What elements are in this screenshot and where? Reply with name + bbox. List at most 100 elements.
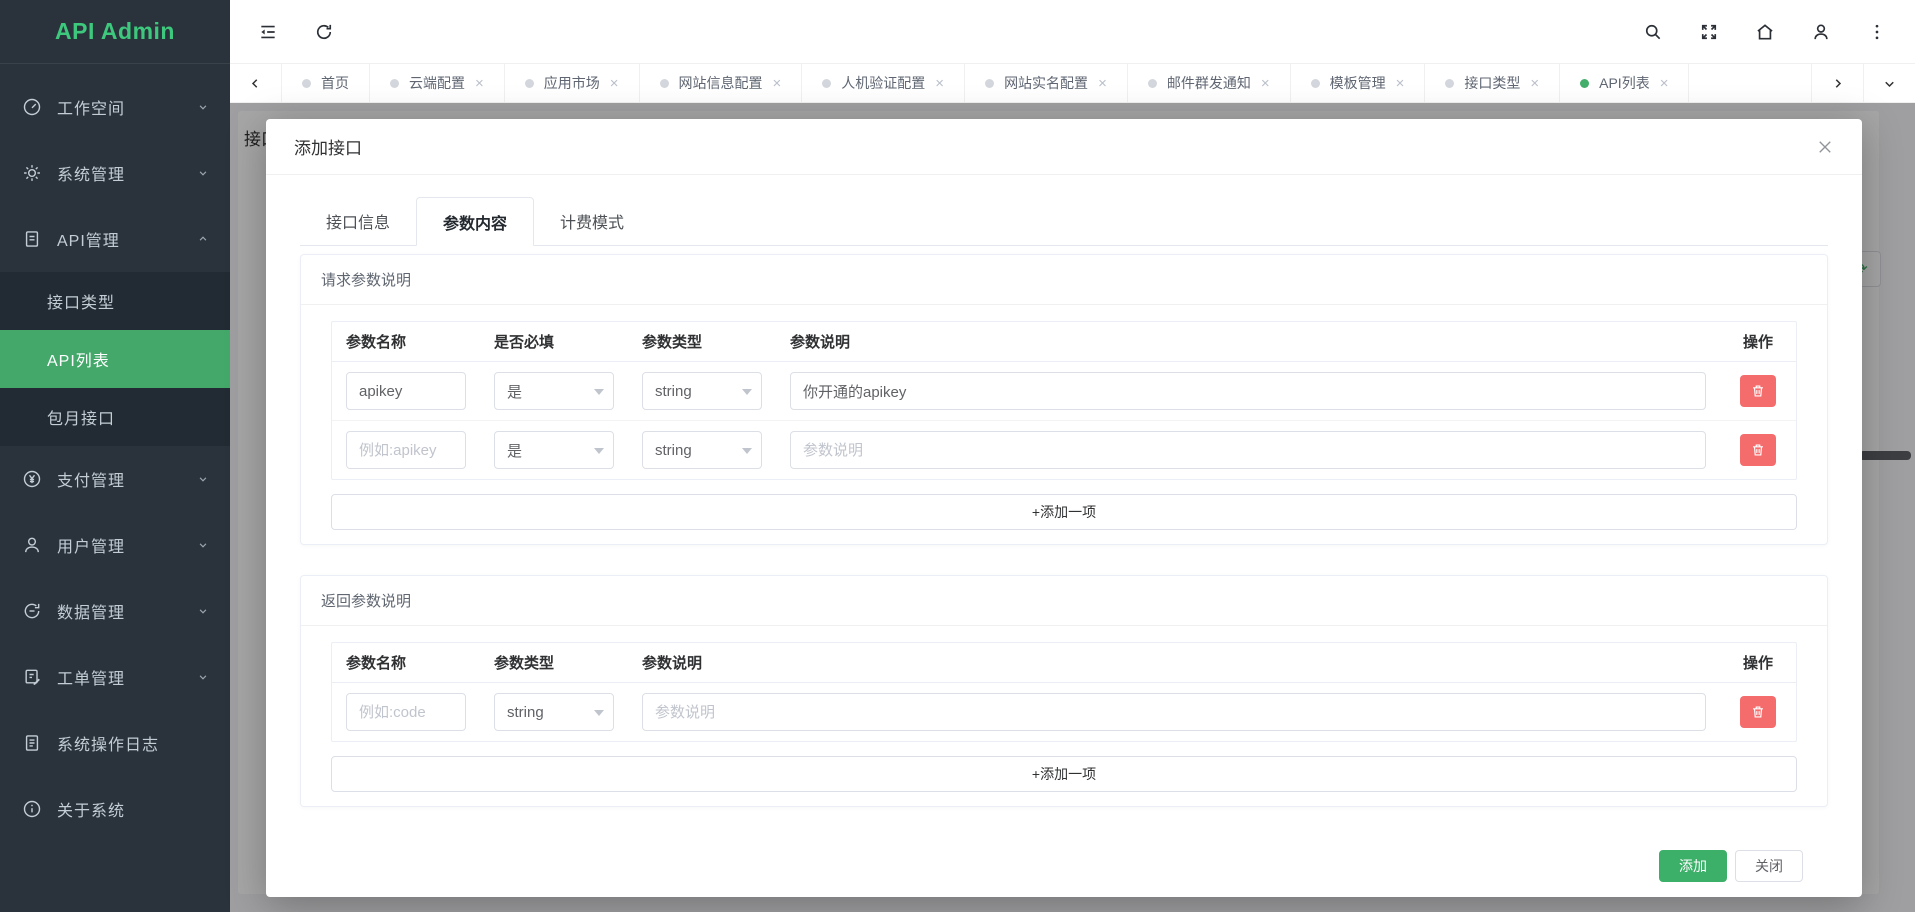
tab-close-icon[interactable]: × — [1098, 76, 1107, 91]
tab-close-icon[interactable]: × — [610, 76, 619, 91]
param-type-select[interactable]: string — [642, 431, 762, 469]
column-header: 参数名称 — [346, 652, 466, 673]
sidebar-item-interface-type[interactable]: 接口类型 — [0, 272, 230, 330]
param-name-input[interactable] — [346, 693, 466, 731]
sidebar-item-workorder[interactable]: 工单管理 — [0, 644, 230, 710]
chevron-down-icon — [1882, 76, 1897, 91]
app-logo: API Admin — [0, 0, 230, 64]
param-desc-input[interactable] — [642, 693, 1706, 731]
tabs-scroll-left-button[interactable] — [230, 64, 282, 102]
tab-close-icon[interactable]: × — [1660, 76, 1669, 91]
sidebar-item-label: API管理 — [57, 227, 196, 251]
select-value: string — [507, 704, 544, 721]
param-required-select[interactable]: 是 — [494, 372, 614, 410]
search-icon[interactable] — [1643, 22, 1663, 42]
tab-mail-notify[interactable]: 邮件群发通知× — [1128, 64, 1291, 102]
tab-dot — [822, 79, 831, 88]
param-type-select[interactable]: string — [494, 693, 614, 731]
add-response-param-button[interactable]: +添加一项 — [331, 756, 1797, 792]
caret-down-icon — [594, 710, 604, 716]
sidebar-item-api[interactable]: API管理 — [0, 206, 230, 272]
more-menu-icon[interactable] — [1867, 22, 1887, 42]
param-type-select[interactable]: string — [642, 372, 762, 410]
tab-api-list[interactable]: API列表 × — [1560, 64, 1689, 102]
select-value: 是 — [507, 381, 522, 402]
sidebar-item-workspace[interactable]: 工作空间 — [0, 74, 230, 140]
param-desc-input[interactable] — [790, 372, 1706, 410]
tab-site-info[interactable]: 网站信息配置 × — [640, 64, 803, 102]
sidebar-item-system[interactable]: 系统管理 — [0, 140, 230, 206]
tab-interface-info[interactable]: 接口信息 — [300, 197, 416, 245]
sidebar-item-api-list[interactable]: API列表 — [0, 330, 230, 388]
refresh-icon[interactable] — [314, 22, 334, 42]
tabs-strip: 首页 云端配置× 应用市场 × 网站信息配置 × 人机验证配置× 网站实名配置× 邮… — [282, 64, 1811, 102]
user-avatar-icon[interactable] — [1811, 22, 1831, 42]
tab-cloud-config[interactable]: 云端配置× — [370, 64, 505, 102]
select-value: string — [655, 442, 692, 459]
tab-dot — [1580, 79, 1589, 88]
dialog-title: 添加接口 — [294, 134, 362, 159]
table-header-row: 参数名称 参数类型 参数说明 操作 — [332, 643, 1796, 682]
home-icon[interactable] — [1755, 22, 1775, 42]
sidebar-item-label: 包月接口 — [47, 405, 115, 429]
column-header: 操作 — [1743, 652, 1773, 673]
tab-close-icon[interactable]: × — [1530, 76, 1539, 91]
tabs-scroll-right-button[interactable] — [1811, 64, 1863, 102]
param-required-select[interactable]: 是 — [494, 431, 614, 469]
tab-close-icon[interactable]: × — [1261, 76, 1270, 91]
collapse-sidebar-icon[interactable] — [258, 22, 278, 42]
sidebar-item-system-log[interactable]: 系统操作日志 — [0, 710, 230, 776]
tab-dot — [390, 79, 399, 88]
column-header: 是否必填 — [494, 331, 614, 352]
sidebar-menu: 工作空间 系统管理 API管理 接口类型 API列表 包月接口 — [0, 64, 230, 842]
dashboard-icon — [22, 97, 42, 117]
close-icon[interactable] — [1816, 138, 1834, 156]
sidebar-item-data[interactable]: 数据管理 — [0, 578, 230, 644]
add-request-param-button[interactable]: +添加一项 — [331, 494, 1797, 530]
tab-label: 网站信息配置 — [679, 73, 763, 93]
sidebar-item-label: 系统操作日志 — [57, 731, 210, 755]
chevron-down-icon — [196, 538, 210, 552]
param-name-input[interactable] — [346, 431, 466, 469]
fullscreen-icon[interactable] — [1699, 22, 1719, 42]
sidebar-item-users[interactable]: 用户管理 — [0, 512, 230, 578]
close-dialog-button[interactable]: 关闭 — [1735, 850, 1803, 882]
tab-captcha-config[interactable]: 人机验证配置× — [802, 64, 965, 102]
sidebar-item-payment[interactable]: 支付管理 — [0, 446, 230, 512]
param-row: 是 string — [332, 361, 1796, 420]
chevron-up-icon — [196, 232, 210, 246]
section-body: 参数名称 参数类型 参数说明 操作 string — [301, 626, 1827, 806]
tab-close-icon[interactable]: × — [935, 76, 944, 91]
trash-icon — [1751, 384, 1765, 398]
tab-app-market[interactable]: 应用市场 × — [505, 64, 640, 102]
tab-label: 参数内容 — [443, 210, 507, 234]
column-header: 操作 — [1743, 331, 1773, 352]
sidebar-item-monthly-interface[interactable]: 包月接口 — [0, 388, 230, 446]
tab-dot — [302, 79, 311, 88]
tab-parameter-content[interactable]: 参数内容 — [416, 197, 534, 246]
param-desc-input[interactable] — [790, 431, 1706, 469]
tab-close-icon[interactable]: × — [1396, 76, 1405, 91]
sidebar-item-label: 接口类型 — [47, 289, 115, 313]
chevron-left-icon — [248, 76, 263, 91]
tab-interface-type[interactable]: 接口类型× — [1425, 64, 1560, 102]
delete-row-button[interactable] — [1740, 434, 1776, 466]
tab-label: 模板管理 — [1330, 73, 1386, 93]
tab-close-icon[interactable]: × — [475, 76, 484, 91]
tabs-menu-button[interactable] — [1863, 64, 1915, 102]
param-name-input[interactable] — [346, 372, 466, 410]
tab-home[interactable]: 首页 — [282, 64, 370, 102]
tab-billing-mode[interactable]: 计费模式 — [534, 197, 650, 245]
tab-label: 应用市场 — [544, 73, 600, 93]
tab-close-icon[interactable]: × — [773, 76, 782, 91]
submit-add-button[interactable]: 添加 — [1659, 850, 1727, 882]
sidebar-item-about[interactable]: 关于系统 — [0, 776, 230, 842]
log-icon — [22, 733, 42, 753]
delete-row-button[interactable] — [1740, 696, 1776, 728]
tab-realname-config[interactable]: 网站实名配置× — [965, 64, 1128, 102]
param-row: string — [332, 682, 1796, 741]
delete-row-button[interactable] — [1740, 375, 1776, 407]
tab-template-mgmt[interactable]: 模板管理 × — [1291, 64, 1426, 102]
sidebar-item-label: 系统管理 — [57, 161, 196, 185]
tab-label: API列表 — [1599, 73, 1650, 93]
